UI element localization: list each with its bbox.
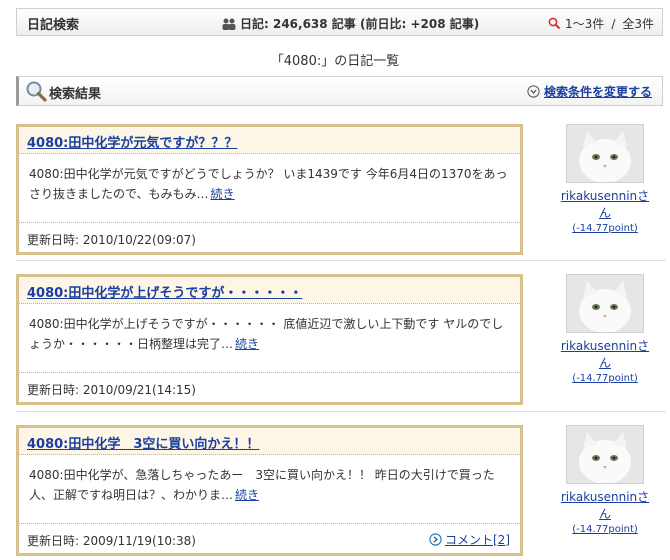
page-title: 日記検索 — [27, 18, 80, 33]
entry-excerpt: 4080:田中化学が、急落しちゃったあー 3空に買い向かえ！！ 昨日の大引けで買… — [19, 455, 520, 515]
diary-entry: 4080:田中化学が元気ですが？？？ 4080:田中化学が元気ですがどうでしょう… — [16, 124, 523, 255]
magnifier-icon — [26, 81, 47, 102]
avatar[interactable] — [566, 425, 644, 484]
excerpt-text: 4080:田中化学が、急落しちゃったあー 3空に買い向かえ！！ 昨日の大引けで買… — [29, 468, 495, 502]
entry-header: 4080:田中化学が元気ですが？？？ — [19, 127, 520, 154]
people-icon — [222, 18, 236, 30]
author-block: rikakusenninさん (-14.77point) — [555, 124, 655, 234]
updated-date: 2010/09/21(14:15) — [82, 383, 196, 397]
excerpt-text: 4080:田中化学が元気ですがどうでしょうか？ いま1439です 今年6月4日の… — [29, 167, 508, 201]
updated-date: 2009/11/19(10:38) — [82, 534, 196, 548]
entry-title-link[interactable]: 4080:田中化学 3空に買い向かえ！！ — [27, 437, 259, 452]
author-points-link[interactable]: (-14.77point) — [555, 223, 655, 234]
entry-title-link[interactable]: 4080:田中化学が元気ですが？？？ — [27, 136, 237, 151]
author-block: rikakusenninさん (-14.77point) — [555, 425, 655, 535]
avatar[interactable] — [566, 124, 644, 183]
entry-footer: 更新日時: 2010/09/21(14:15) — [19, 372, 520, 402]
stats-text: 日記: 246,638 記事 (前日比: +208 記事) — [240, 17, 480, 31]
results-bar: 検索結果 検索条件を変更する — [16, 76, 663, 106]
author-block: rikakusenninさん (-14.77point) — [555, 274, 655, 384]
entry-title-link[interactable]: 4080:田中化学が上げそうですが・・・・・・ — [27, 286, 302, 301]
author-name-link[interactable]: rikakusenninさん — [555, 187, 655, 221]
entry-header: 4080:田中化学 3空に買い向かえ！！ — [19, 428, 520, 455]
read-more-link[interactable]: 続き — [235, 337, 259, 351]
entry-footer: 更新日時: 2009/11/19(10:38) コメント[2] — [19, 523, 520, 553]
author-name-link[interactable]: rikakusenninさん — [555, 488, 655, 522]
list-heading: 「4080:」の日記一覧 — [270, 54, 400, 69]
search-icon — [548, 17, 561, 30]
comment-link-wrap[interactable]: コメント[2] — [429, 531, 510, 548]
header-bar: 日記検索 日記: 246,638 記事 (前日比: +208 記事) 1〜3件 … — [16, 8, 663, 36]
diary-entry: 4080:田中化学 3空に買い向かえ！！ 4080:田中化学が、急落しちゃったあ… — [16, 425, 523, 556]
author-name-link[interactable]: rikakusenninさん — [555, 337, 655, 371]
entry-excerpt: 4080:田中化学が元気ですがどうでしょうか？ いま1439です 今年6月4日の… — [19, 154, 520, 214]
comment-link[interactable]: コメント[2] — [445, 531, 510, 548]
avatar[interactable] — [566, 274, 644, 333]
result-range: 1〜3件 / 全3件 — [548, 15, 654, 32]
updated-label: 更新日時: — [27, 233, 80, 247]
change-conditions-link[interactable]: 検索条件を変更する — [544, 83, 652, 100]
author-points-link[interactable]: (-14.77point) — [555, 524, 655, 535]
entry-header: 4080:田中化学が上げそうですが・・・・・・ — [19, 277, 520, 304]
updated-label: 更新日時: — [27, 383, 80, 397]
entry-divider — [16, 260, 666, 261]
range-separator: / — [611, 16, 616, 31]
total-text: 全3件 — [622, 17, 654, 31]
diary-entry: 4080:田中化学が上げそうですが・・・・・・ 4080:田中化学が上げそうです… — [16, 274, 523, 405]
change-conditions[interactable]: 検索条件を変更する — [527, 83, 652, 100]
arrow-circle-icon[interactable] — [429, 533, 442, 546]
range-text: 1〜3件 — [565, 17, 605, 31]
updated-date: 2010/10/22(09:07) — [82, 233, 196, 247]
entry-footer: 更新日時: 2010/10/22(09:07) — [19, 222, 520, 252]
author-points-link[interactable]: (-14.77point) — [555, 373, 655, 384]
diary-stats: 日記: 246,638 記事 (前日比: +208 記事) — [221, 15, 479, 32]
results-label: 検索結果 — [49, 87, 102, 102]
read-more-link[interactable]: 続き — [211, 187, 235, 201]
entry-divider — [16, 411, 666, 412]
entry-excerpt: 4080:田中化学が上げそうですが・・・・・・ 底値近辺で激しい上下動です ヤル… — [19, 304, 520, 364]
excerpt-text: 4080:田中化学が上げそうですが・・・・・・ 底値近辺で激しい上下動です ヤル… — [29, 317, 504, 351]
updated-label: 更新日時: — [27, 534, 80, 548]
read-more-link[interactable]: 続き — [235, 488, 259, 502]
chevron-down-circle-icon[interactable] — [527, 85, 540, 98]
